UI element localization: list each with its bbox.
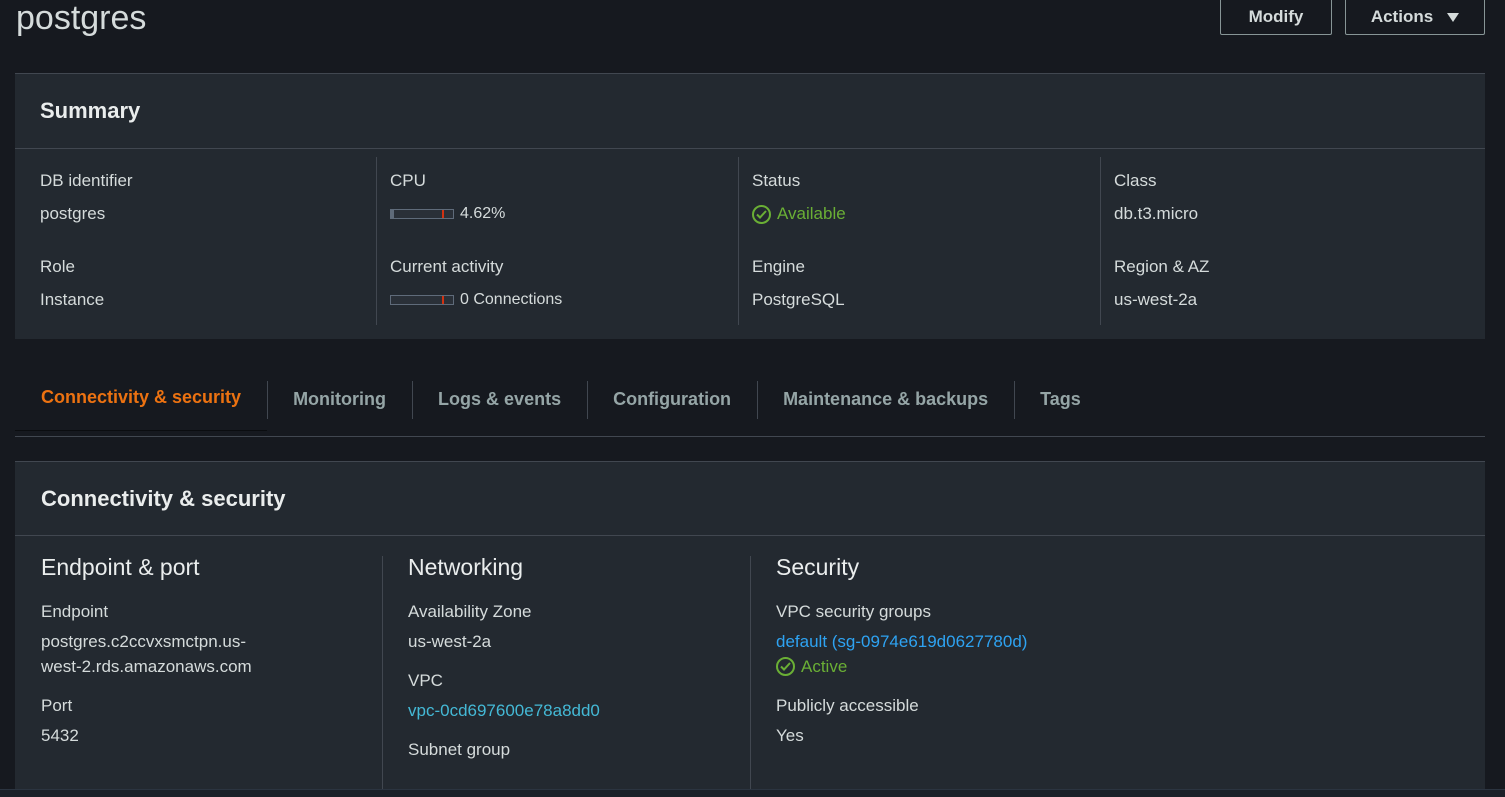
security-column: Security VPC security groups default (sg…: [751, 554, 1451, 796]
subnet-group-label: Subnet group: [408, 740, 511, 759]
actions-label: Actions: [1370, 7, 1434, 26]
cpu-label: CPU: [390, 171, 426, 190]
tab-configuration[interactable]: Configuration: [587, 362, 757, 436]
check-circle-icon: [776, 657, 795, 676]
vpc-link[interactable]: vpc-0cd697600e78a8dd0: [408, 698, 750, 723]
summary-header: Summary: [15, 74, 1485, 149]
current-activity-value[interactable]: 0 Connections: [460, 290, 562, 310]
class-label: Class: [1114, 171, 1157, 190]
vpc-label: VPC: [408, 671, 443, 690]
region-az-value: us-west-2a: [1114, 290, 1198, 309]
cpu-meter-threshold: [442, 210, 444, 218]
db-identifier-label: DB identifier: [40, 171, 133, 190]
db-identifier-value: postgres: [40, 204, 106, 223]
connectivity-body: Endpoint & port Endpoint postgres.c2ccvx…: [15, 536, 1485, 796]
cpu-value: 4.62%: [460, 205, 506, 222]
summary-col-cpu: CPU 4.62% Current activity 0 Connections: [377, 157, 739, 325]
check-circle-icon: [752, 204, 771, 224]
tab-logs-events[interactable]: Logs & events: [412, 362, 587, 436]
availability-zone-value: us-west-2a: [408, 632, 492, 651]
engine-label: Engine: [752, 257, 805, 276]
security-group-status: Active: [801, 657, 848, 676]
tab-maintenance-backups[interactable]: Maintenance & backups: [757, 362, 1014, 436]
summary-panel: Summary DB identifier postgres Role Inst…: [15, 73, 1485, 339]
detail-tabs: Connectivity & security Monitoring Logs …: [15, 362, 1485, 437]
security-group-link[interactable]: default (sg-0974e619d0627780d): [776, 629, 1451, 654]
cpu-meter: [390, 209, 454, 219]
port-label: Port: [41, 696, 73, 715]
tab-monitoring[interactable]: Monitoring: [267, 362, 412, 436]
security-title: Security: [776, 554, 860, 580]
summary-body: DB identifier postgres Role Instance CPU…: [15, 149, 1485, 339]
activity-meter: [390, 295, 454, 305]
availability-zone-label: Availability Zone: [408, 602, 532, 621]
role-value: Instance: [40, 290, 105, 309]
networking-title: Networking: [408, 554, 524, 580]
connectivity-panel: Connectivity & security Endpoint & port …: [15, 461, 1485, 797]
endpoint-value-line2: west-2.rds.amazonaws.com: [41, 657, 252, 676]
connectivity-title: Connectivity & security: [41, 485, 286, 511]
networking-column: Networking Availability Zone us-west-2a …: [383, 554, 751, 796]
class-value: db.t3.micro: [1114, 204, 1199, 223]
endpoint-value-line1: postgres.c2ccvxsmctpn.us-: [41, 632, 247, 651]
engine-value: PostgreSQL: [752, 290, 845, 309]
publicly-accessible-value: Yes: [776, 726, 804, 745]
summary-col-identifier: DB identifier postgres Role Instance: [15, 157, 377, 325]
summary-col-class: Class db.t3.micro Region & AZ us-west-2a: [1101, 157, 1463, 325]
window-bottom-edge: [0, 789, 1505, 797]
modify-button[interactable]: Modify: [1220, 0, 1332, 35]
publicly-accessible-label: Publicly accessible: [776, 696, 919, 715]
status-label: Status: [752, 171, 801, 190]
security-group-status-row: Active: [776, 654, 1451, 679]
summary-col-status: Status Available Engine PostgreSQL: [739, 157, 1101, 325]
summary-title: Summary: [40, 98, 141, 123]
vpc-security-groups-label: VPC security groups: [776, 602, 931, 621]
cpu-row: 4.62%: [390, 204, 738, 224]
tab-connectivity-security[interactable]: Connectivity & security: [15, 362, 268, 436]
endpoint-label: Endpoint: [41, 602, 109, 621]
current-activity-label: Current activity: [390, 257, 504, 276]
caret-down-icon: [1447, 12, 1460, 22]
activity-row: 0 Connections: [390, 290, 738, 310]
endpoint-value[interactable]: postgres.c2ccvxsmctpn.us- west-2.rds.ama…: [41, 629, 382, 679]
tab-tags[interactable]: Tags: [1014, 362, 1107, 436]
role-label: Role: [40, 257, 75, 276]
endpoint-port-title: Endpoint & port: [41, 554, 200, 580]
cpu-meter-fill: [391, 210, 394, 218]
status-value: Available: [777, 204, 846, 223]
page-title: postgres: [16, 0, 147, 37]
endpoint-port-column: Endpoint & port Endpoint postgres.c2ccvx…: [15, 554, 383, 796]
region-az-label: Region & AZ: [1114, 257, 1210, 276]
connectivity-header: Connectivity & security: [15, 462, 1485, 536]
actions-button[interactable]: Actions: [1345, 0, 1485, 35]
status-row: Available: [752, 204, 1100, 224]
port-value: 5432: [41, 726, 79, 745]
activity-meter-threshold: [442, 296, 444, 304]
